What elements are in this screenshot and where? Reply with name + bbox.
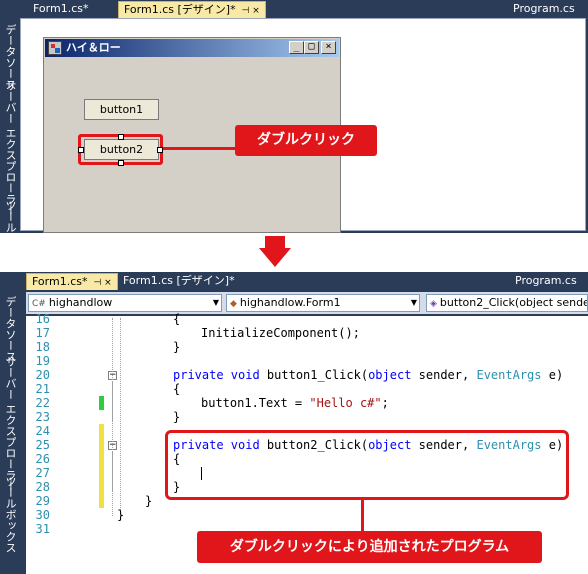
code-line-23: } xyxy=(173,410,181,424)
indent-guide xyxy=(112,451,113,491)
code-window: Form1.cs* ⊣ × Form1.cs [デザイン]* Program.cs… xyxy=(0,272,588,574)
class-icon: ◆ xyxy=(230,299,237,309)
line-number: 23 xyxy=(35,410,50,424)
code-line-20: private void button1_Click(object sender… xyxy=(173,368,563,382)
line-number: 18 xyxy=(35,340,50,354)
side-toolbar: データソース サーバー エクスプローラー ツールボックス xyxy=(0,290,20,574)
side-tab-tools[interactable]: ツール xyxy=(2,200,18,233)
side-tab-datasource[interactable]: データソース xyxy=(2,296,18,362)
maximize-icon[interactable]: □ xyxy=(304,41,319,54)
tab-form1-designer[interactable]: Form1.cs [デザイン]* xyxy=(118,273,240,290)
pin-close-icon[interactable]: ⊣ × xyxy=(93,278,111,288)
csharp-icon: C# xyxy=(32,299,46,309)
side-toolbar: データソース サーバー エクスプローラー ツール xyxy=(0,18,20,233)
code-line-17: InitializeComponent(); xyxy=(201,326,360,340)
line-number: 24 xyxy=(35,424,50,438)
designer-tab-strip: Form1.cs* Form1.cs [デザイン]* ⊣ × Program.cs xyxy=(20,0,588,18)
line-number: 22 xyxy=(35,396,50,410)
code-line-30: } xyxy=(117,508,125,522)
form-title-bar: ハイ＆ロー _ □ × xyxy=(45,39,339,57)
pin-close-icon[interactable]: ⊣ × xyxy=(242,6,260,16)
tab-form1-cs[interactable]: Form1.cs* ⊣ × xyxy=(26,273,118,290)
code-line-18: } xyxy=(173,340,181,354)
type-dropdown-value: highandlow.Form1 xyxy=(239,296,341,309)
statement: button1.Text = xyxy=(201,396,310,410)
line-number: 25 xyxy=(35,438,50,452)
line-number: 16 xyxy=(35,312,50,326)
button1[interactable]: button1 xyxy=(84,99,159,120)
keyword: object xyxy=(368,368,412,382)
close-icon[interactable]: × xyxy=(321,41,336,54)
type-dropdown[interactable]: ◆ highandlow.Form1 ▼ xyxy=(226,294,420,312)
param: e) xyxy=(541,368,564,382)
code-tab-strip: Form1.cs* ⊣ × Form1.cs [デザイン]* Program.cs xyxy=(20,272,588,290)
chevron-down-icon: ▼ xyxy=(410,298,417,307)
code-line-29: } xyxy=(145,494,153,508)
type-name: EventArgs xyxy=(476,368,542,382)
change-marker-unsaved xyxy=(99,424,104,508)
line-number: 27 xyxy=(35,466,50,480)
tab-form1-cs[interactable]: Form1.cs* xyxy=(28,1,93,18)
change-marker-saved xyxy=(99,396,104,410)
tab-form1-designer[interactable]: Form1.cs [デザイン]* ⊣ × xyxy=(118,1,266,18)
minimize-icon[interactable]: _ xyxy=(289,41,304,54)
line-number: 29 xyxy=(35,494,50,508)
method-icon: ◈ xyxy=(430,299,437,309)
side-tab-server-explorer[interactable]: サーバー エクスプローラー xyxy=(2,356,18,492)
app-icon xyxy=(48,41,62,55)
line-number: 21 xyxy=(35,382,50,396)
line-number: 17 xyxy=(35,326,50,340)
indent-guide xyxy=(112,381,113,421)
resize-handle[interactable] xyxy=(78,147,84,153)
callout-connector xyxy=(361,500,364,531)
string-literal: "Hello c#" xyxy=(309,396,382,410)
tab-label: Form1.cs [デザイン]* xyxy=(124,3,236,16)
tab-program-cs[interactable]: Program.cs xyxy=(510,273,582,290)
resize-handle[interactable] xyxy=(118,160,124,166)
line-number: 26 xyxy=(35,452,50,466)
side-tab-toolbox[interactable]: ツールボックス xyxy=(2,476,18,553)
chevron-down-icon: ▼ xyxy=(212,298,219,307)
method-name: button1_Click( xyxy=(259,368,369,382)
tab-label: Form1.cs* xyxy=(32,275,88,288)
resize-handle[interactable] xyxy=(118,134,124,140)
line-number: 20 xyxy=(35,368,50,382)
tab-program-cs[interactable]: Program.cs xyxy=(508,1,580,18)
callout-double-click: ダブルクリック xyxy=(235,125,377,156)
line-number: 31 xyxy=(35,522,50,536)
code-line-16: { xyxy=(173,312,181,326)
line-number: 30 xyxy=(35,508,50,522)
class-dropdown-value: highandlow xyxy=(48,296,113,309)
member-dropdown[interactable]: ◈ button2_Click(object sender xyxy=(426,294,588,312)
indent-guide xyxy=(120,318,121,516)
semicolon: ; xyxy=(381,396,389,410)
class-dropdown[interactable]: C# highandlow ▼ xyxy=(28,294,222,312)
line-number: 28 xyxy=(35,480,50,494)
code-line-21: { xyxy=(173,382,181,396)
callout-added-program: ダブルクリックにより追加されたプログラム xyxy=(197,531,542,563)
form-title: ハイ＆ロー xyxy=(66,41,121,54)
line-number: 19 xyxy=(35,354,50,368)
side-tab-server-explorer[interactable]: サーバー エクスプローラー xyxy=(2,80,18,216)
member-dropdown-value: button2_Click(object sender xyxy=(439,296,588,309)
callout-connector xyxy=(163,147,235,150)
new-method-highlight xyxy=(165,430,569,500)
code-line-22: button1.Text = "Hello c#"; xyxy=(201,396,389,410)
down-arrow-head xyxy=(259,248,291,267)
param: sender, xyxy=(411,368,477,382)
keyword: private void xyxy=(173,368,260,382)
navigation-bar: C# highandlow ▼ ◆ highandlow.Form1 ▼ ◈ butt… xyxy=(26,292,588,314)
